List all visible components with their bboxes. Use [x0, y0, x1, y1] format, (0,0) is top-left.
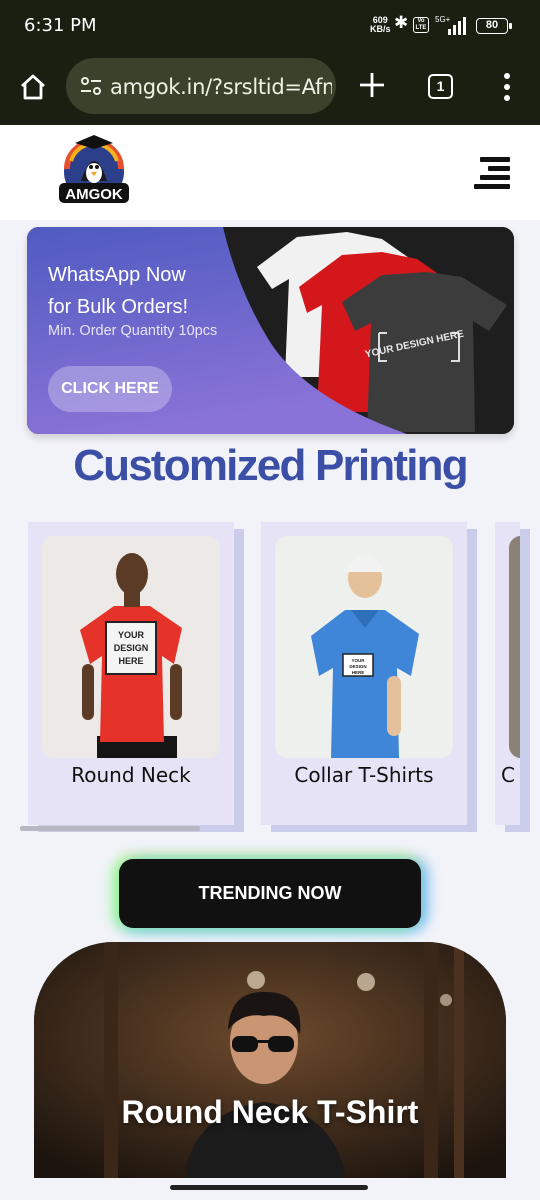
hero-banner[interactable]: Round Neck T-Shirt	[34, 942, 506, 1178]
svg-text:YOUR: YOUR	[118, 630, 145, 640]
category-label: C	[501, 763, 515, 787]
more-menu-icon[interactable]	[500, 72, 514, 102]
network-type: 5G+	[435, 15, 451, 24]
banner-headline-line1: WhatsApp Now	[48, 264, 186, 286]
status-bar: 6:31 PM 609 KB/s ✱ Vo LTE 5G+ 80	[0, 0, 540, 52]
banner-subtitle: Min. Order Quantity 10pcs	[48, 323, 218, 339]
svg-text:DESIGN: DESIGN	[349, 664, 366, 669]
svg-text:YOUR: YOUR	[351, 658, 365, 663]
category-label: Collar T-Shirts	[294, 763, 434, 787]
site-header: AMGOK	[0, 125, 540, 220]
bluetooth-icon: ✱	[394, 13, 409, 32]
bulk-order-banner[interactable]: YOUR DESIGN HERE WhatsApp Now for Bulk O…	[27, 227, 514, 434]
status-time: 6:31 PM	[24, 15, 97, 36]
hero-caption: Round Neck T-Shirt	[121, 1094, 419, 1130]
banner-headline-line2: for Bulk Orders!	[48, 296, 189, 318]
gesture-home-indicator[interactable]	[170, 1185, 368, 1190]
category-card-partial[interactable]: C	[495, 522, 520, 825]
click-here-button[interactable]: CLICK HERE	[48, 366, 172, 412]
partial-card-image	[509, 536, 520, 758]
site-settings-icon[interactable]	[80, 76, 102, 96]
network-rate: 609 KB/s	[370, 16, 391, 34]
new-tab-icon[interactable]	[358, 71, 386, 99]
battery-icon: 80	[476, 18, 512, 34]
browser-toolbar: amgok.in/?srsltid=Afm 1	[0, 52, 540, 125]
volte-icon: Vo LTE	[413, 17, 429, 33]
collar-tshirt-image: YOUR DESIGN HERE	[275, 536, 453, 758]
round-neck-image: YOUR DESIGN HERE	[42, 536, 220, 758]
svg-text:HERE: HERE	[118, 656, 143, 666]
banner-headline: WhatsApp Now for Bulk Orders!	[48, 259, 248, 323]
svg-text:DESIGN: DESIGN	[114, 643, 149, 653]
hamburger-menu-icon[interactable]	[474, 155, 510, 189]
address-bar[interactable]: amgok.in/?srsltid=Afm	[66, 58, 336, 114]
logo-text: AMGOK	[65, 186, 123, 203]
category-card-collar-tshirts[interactable]: YOUR DESIGN HERE Collar T-Shirts	[261, 522, 467, 825]
carousel-scrollbar[interactable]	[20, 826, 200, 831]
tab-switcher-button[interactable]: 1	[428, 74, 453, 99]
category-label: Round Neck	[71, 763, 191, 787]
svg-text:HERE: HERE	[352, 670, 365, 675]
trending-now-button[interactable]: TRENDING NOW	[119, 859, 421, 928]
hero-image	[34, 942, 506, 1178]
network-rate-unit: KB/s	[370, 24, 391, 34]
url-text[interactable]: amgok.in/?srsltid=Afm	[110, 75, 332, 99]
category-card-round-neck[interactable]: YOUR DESIGN HERE Round Neck	[28, 522, 234, 825]
signal-icon: 5G+	[435, 15, 466, 35]
home-icon[interactable]	[18, 72, 48, 102]
section-title: Customized Printing	[73, 441, 468, 490]
amgok-logo[interactable]: AMGOK	[55, 133, 133, 211]
